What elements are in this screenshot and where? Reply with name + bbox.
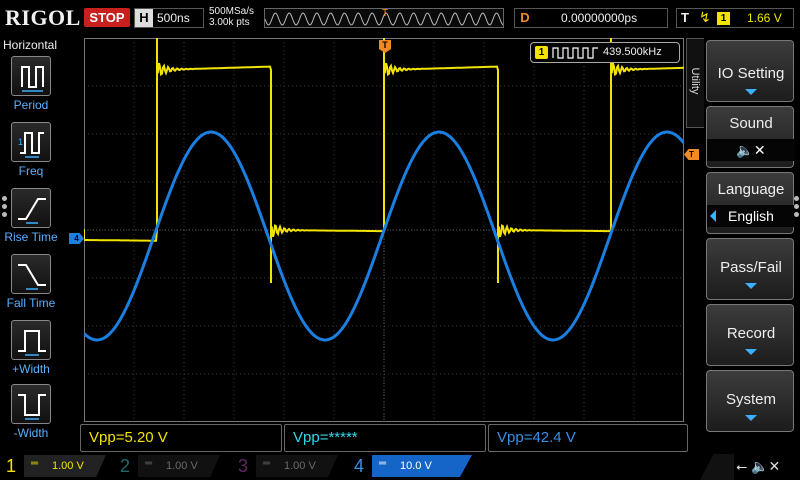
chevron-down-icon bbox=[745, 89, 757, 95]
rising-edge-icon: ↯ bbox=[699, 9, 711, 25]
measure-neg-width-button[interactable]: -Width bbox=[0, 384, 62, 448]
right-scroll-dots bbox=[794, 196, 800, 220]
top-status-bar: RIGOL STOP H 500ns 500MSa/s 3.00k pts T … bbox=[0, 0, 800, 36]
freq-label: Freq bbox=[18, 164, 44, 178]
channel-number: 4 bbox=[354, 456, 365, 476]
channel-number: 2 bbox=[120, 456, 131, 476]
delay-value: 0.00000000ps bbox=[561, 11, 638, 25]
period-label: Period bbox=[13, 98, 49, 112]
memory-depth: 3.00k pts bbox=[209, 17, 250, 28]
channel-panel: ═ 1.00 V bbox=[24, 455, 106, 477]
channel-1-status[interactable]: 1 ═ 1.00 V bbox=[0, 454, 112, 480]
rigol-logo: RIGOL bbox=[5, 5, 81, 30]
channel-scale: 10.0 V bbox=[400, 460, 432, 472]
neg-width-label: -Width bbox=[13, 426, 49, 440]
channel-panel: ═ 1.00 V bbox=[256, 455, 338, 477]
measurement-ch1-vpp[interactable]: Vpp=5.20 V bbox=[80, 424, 282, 452]
square-wave-icon bbox=[552, 47, 598, 59]
system-label: System bbox=[725, 391, 776, 408]
channel-3-status[interactable]: 3 ═ 1.00 V bbox=[232, 454, 344, 480]
record-label: Record bbox=[726, 325, 776, 342]
sound-label: Sound bbox=[729, 115, 773, 132]
trigger-settings[interactable]: T ↯ 1 1.66 V bbox=[676, 8, 794, 28]
channel-panel: ═ 10.0 V bbox=[372, 455, 472, 477]
measure-period-button[interactable]: Period bbox=[0, 56, 62, 120]
system-button[interactable]: System bbox=[706, 370, 794, 432]
sound-muted-icon: 🔈✕ bbox=[707, 139, 795, 161]
measure-freq-button[interactable]: 1 Freq bbox=[0, 122, 62, 186]
menu-tab-utility[interactable]: Utility bbox=[686, 38, 704, 128]
period-icon bbox=[11, 56, 51, 96]
horizontal-label: H bbox=[135, 9, 153, 27]
channel-2-status[interactable]: 2 ═ 1.00 V bbox=[114, 454, 226, 480]
horizontal-delay[interactable]: D 0.00000000ps bbox=[514, 8, 668, 28]
channel-status-bar: 1 ═ 1.00 V 2 ═ 1.00 V 3 ═ 1.00 V 4 ═ 10.… bbox=[0, 454, 800, 480]
usb-and-sound-icons: ⭠ 🔈✕ bbox=[736, 458, 781, 474]
dc-coupling-icon: ═ bbox=[379, 458, 387, 469]
trigger-position-marker: T bbox=[382, 8, 389, 19]
sample-info: 500MSa/s 3.00k pts bbox=[209, 6, 254, 28]
delay-label: D bbox=[520, 10, 530, 25]
measurement-toolbar: Horizontal Period 1 Freq Rise Time Fall … bbox=[0, 36, 62, 452]
freq-icon: 1 bbox=[11, 122, 51, 162]
nav-tab[interactable] bbox=[700, 454, 734, 480]
io-setting-label: IO Setting bbox=[717, 65, 785, 82]
measure-pos-width-button[interactable]: +Width bbox=[0, 320, 62, 384]
measurement-ch4-vpp[interactable]: Vpp=42.4 V bbox=[488, 424, 688, 452]
menu-tab-label: Utility bbox=[689, 67, 701, 95]
chevron-down-icon bbox=[745, 415, 757, 421]
chevron-down-icon bbox=[745, 283, 757, 289]
trigger-label: T bbox=[681, 10, 689, 25]
rise-time-icon bbox=[11, 188, 51, 228]
io-setting-button[interactable]: IO Setting bbox=[706, 40, 794, 102]
language-button[interactable]: Language English bbox=[706, 172, 795, 234]
trigger-level-value: 1.66 V bbox=[747, 11, 782, 25]
channel-scale: 1.00 V bbox=[284, 460, 316, 472]
dc-coupling-icon: ═ bbox=[263, 458, 271, 469]
svg-text:1: 1 bbox=[18, 137, 23, 147]
run-stop-status[interactable]: STOP bbox=[84, 8, 130, 27]
chevron-left-icon bbox=[710, 210, 716, 222]
channel-scale: 1.00 V bbox=[52, 460, 84, 472]
horizontal-timebase[interactable]: H 500ns bbox=[134, 8, 204, 28]
dc-coupling-icon: ═ bbox=[31, 458, 39, 469]
channel-panel: ═ 1.00 V bbox=[138, 455, 220, 477]
toolbar-title: Horizontal bbox=[3, 38, 58, 52]
measurement-ch2-vpp[interactable]: Vpp=***** bbox=[284, 424, 486, 452]
counter-frequency: 439.500kHz bbox=[603, 46, 662, 58]
sample-rate: 500MSa/s bbox=[209, 6, 255, 17]
channel-4-status[interactable]: 4 ═ 10.0 V bbox=[348, 454, 472, 480]
language-label: Language bbox=[717, 181, 785, 198]
measure-fall-time-button[interactable]: Fall Time bbox=[0, 254, 62, 318]
waveform-display[interactable] bbox=[84, 38, 684, 422]
frequency-counter: 1 439.500kHz bbox=[530, 42, 680, 63]
timebase-value: 500ns bbox=[157, 11, 190, 25]
pass-fail-label: Pass/Fail bbox=[720, 259, 782, 276]
channel-number: 3 bbox=[238, 456, 249, 476]
pass-fail-button[interactable]: Pass/Fail bbox=[706, 238, 794, 300]
fall-time-icon bbox=[11, 254, 51, 294]
measure-rise-time-button[interactable]: Rise Time bbox=[0, 188, 62, 252]
dc-coupling-icon: ═ bbox=[145, 458, 153, 469]
left-scroll-dots bbox=[2, 196, 8, 220]
language-value: English bbox=[707, 205, 795, 227]
sound-button[interactable]: Sound 🔈✕ bbox=[706, 106, 795, 168]
chevron-down-icon bbox=[745, 349, 757, 355]
trigger-source-badge: 1 bbox=[717, 12, 730, 25]
record-button[interactable]: Record bbox=[706, 304, 794, 366]
trigger-level-marker[interactable]: T bbox=[684, 149, 699, 160]
fall-time-label: Fall Time bbox=[6, 296, 56, 310]
ch4-offset-marker[interactable]: 4 bbox=[69, 233, 84, 244]
rise-time-label: Rise Time bbox=[4, 230, 58, 244]
channel-number: 1 bbox=[6, 456, 17, 476]
pos-width-label: +Width bbox=[12, 362, 50, 376]
memory-overview-bar[interactable]: T bbox=[264, 8, 504, 28]
neg-width-icon bbox=[11, 384, 51, 424]
pos-width-icon bbox=[11, 320, 51, 360]
channel-scale: 1.00 V bbox=[166, 460, 198, 472]
counter-channel-badge: 1 bbox=[535, 46, 548, 59]
